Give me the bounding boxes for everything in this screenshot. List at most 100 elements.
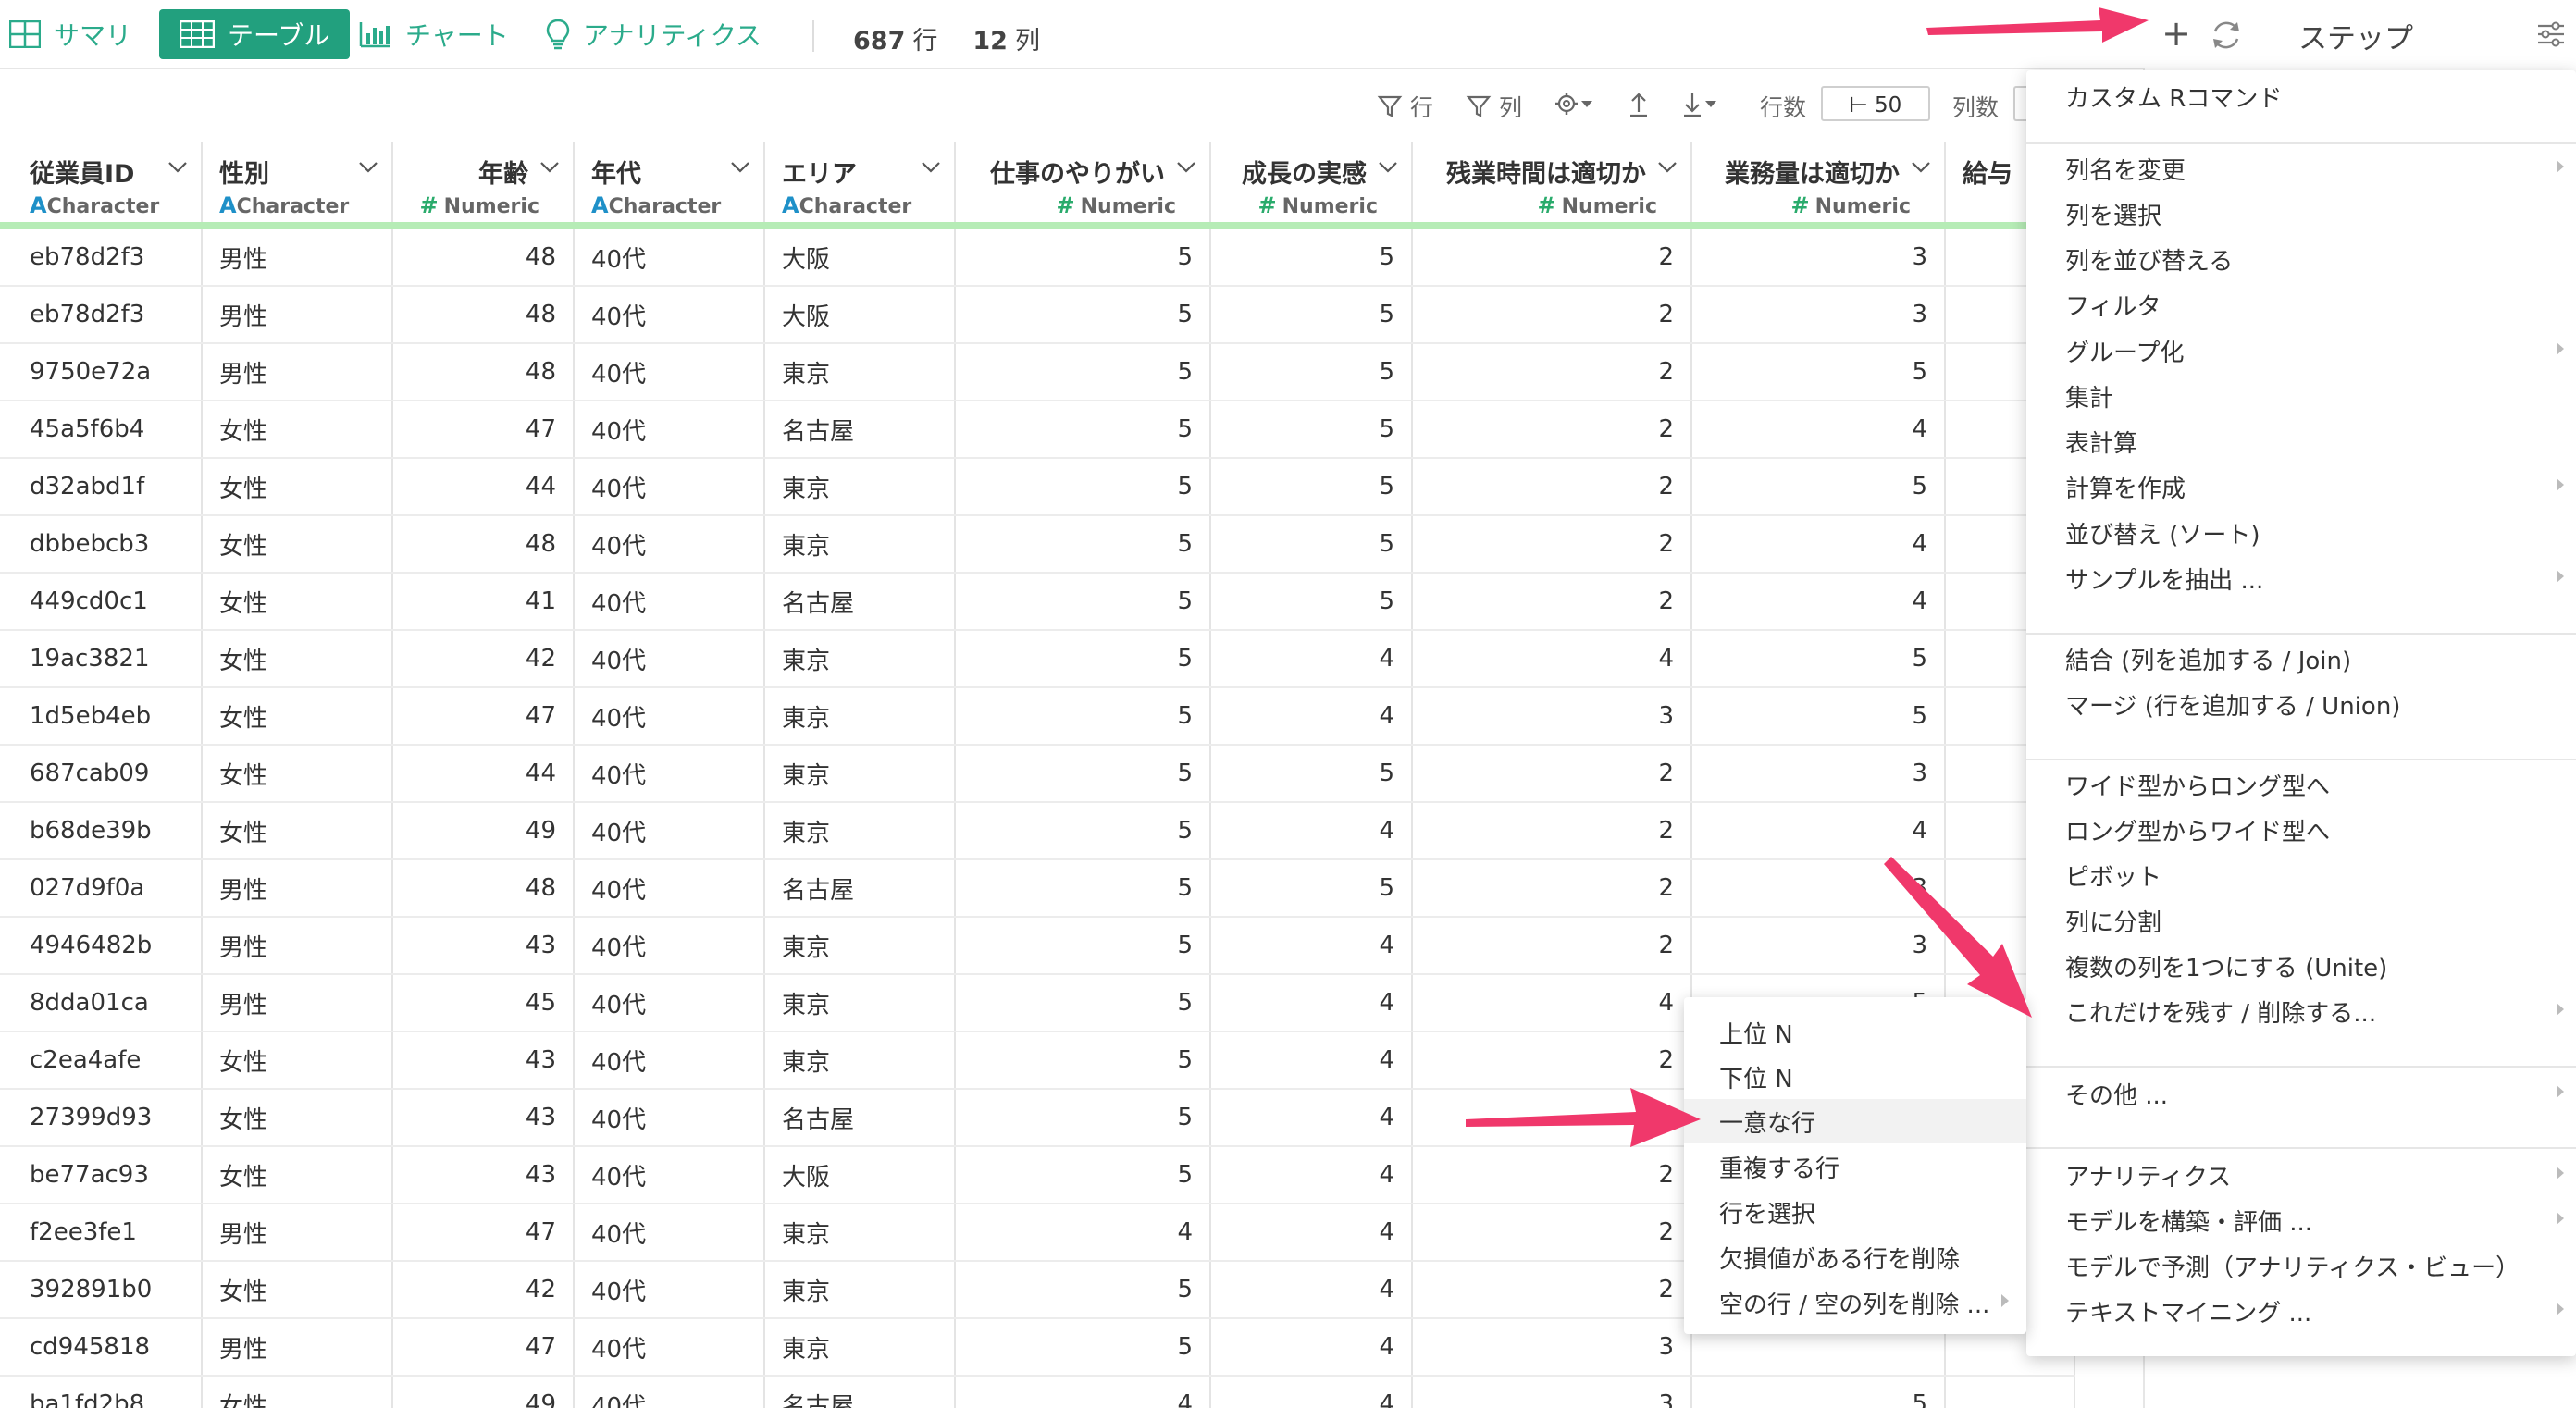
menu-item[interactable]: ワイド型からロング型へ xyxy=(2065,768,2330,802)
table-cell[interactable]: 40代 xyxy=(574,859,765,918)
table-cell[interactable]: 男性 xyxy=(202,1204,393,1262)
table-cell[interactable]: 48 xyxy=(392,343,575,401)
table-cell[interactable]: 5 xyxy=(955,343,1211,401)
table-cell[interactable]: 東京 xyxy=(764,1031,956,1090)
table-cell[interactable]: 3 xyxy=(1691,745,1946,803)
chevron-down-icon[interactable] xyxy=(921,161,941,174)
table-cell[interactable]: 43 xyxy=(392,1089,575,1147)
table-cell[interactable]: 東京 xyxy=(764,515,956,574)
table-cell[interactable]: 5 xyxy=(955,286,1211,344)
table-cell[interactable]: eb78d2f3 xyxy=(0,286,203,344)
sliders-icon[interactable] xyxy=(2535,19,2567,50)
table-cell[interactable]: 3 xyxy=(1691,917,1946,975)
table-cell[interactable]: cd945818 xyxy=(0,1318,203,1377)
table-cell[interactable]: eb78d2f3 xyxy=(0,226,203,287)
table-cell[interactable]: 8dda01ca xyxy=(0,974,203,1032)
column-header[interactable]: 業務量は適切か # Numeric xyxy=(1691,142,1946,229)
table-cell[interactable]: 40代 xyxy=(574,802,765,860)
column-header[interactable]: 従業員ID ACharacter xyxy=(0,142,203,229)
table-row[interactable]: 449cd0c1 女性 41 40代 名古屋 5 5 2 4 xyxy=(0,573,2075,631)
table-cell[interactable]: 2 xyxy=(1412,1031,1692,1090)
table-cell[interactable]: 3 xyxy=(1412,1318,1692,1377)
table-cell[interactable]: 4 xyxy=(1412,974,1692,1032)
submenu-item[interactable]: 下位 N xyxy=(1719,1060,1793,1094)
table-cell[interactable]: 5 xyxy=(955,573,1211,631)
table-row[interactable]: b68de39b 女性 49 40代 東京 5 4 2 4 xyxy=(0,802,2075,860)
table-cell[interactable]: 43 xyxy=(392,917,575,975)
table-cell[interactable]: 4 xyxy=(1210,1204,1413,1262)
table-cell[interactable]: 女性 xyxy=(202,687,393,746)
chevron-down-icon[interactable] xyxy=(1176,161,1196,174)
table-cell[interactable]: 44 xyxy=(392,745,575,803)
download-button[interactable] xyxy=(1680,90,1717,117)
table-cell[interactable]: 40代 xyxy=(574,573,765,631)
menu-item[interactable]: ロング型からワイド型へ xyxy=(2065,813,2330,847)
table-cell[interactable]: 5 xyxy=(955,859,1211,918)
menu-item[interactable]: ピボット xyxy=(2065,858,2161,893)
table-cell[interactable]: 男性 xyxy=(202,974,393,1032)
table-cell[interactable]: 東京 xyxy=(764,1261,956,1319)
table-cell[interactable]: 9750e72a xyxy=(0,343,203,401)
column-header[interactable]: 成長の実感 # Numeric xyxy=(1210,142,1413,229)
table-cell[interactable]: 41 xyxy=(392,573,575,631)
chevron-down-icon[interactable] xyxy=(167,161,188,174)
table-cell[interactable]: 5 xyxy=(955,917,1211,975)
table-cell[interactable]: 東京 xyxy=(764,745,956,803)
table-cell[interactable]: 東京 xyxy=(764,917,956,975)
table-cell[interactable]: 3 xyxy=(1412,687,1692,746)
table-cell[interactable]: 5 xyxy=(1210,859,1413,918)
table-cell[interactable]: 女性 xyxy=(202,458,393,516)
menu-item[interactable]: フィルタ xyxy=(2065,288,2161,322)
table-cell[interactable]: 5 xyxy=(1691,1376,1946,1408)
table-cell[interactable] xyxy=(1945,1376,2075,1408)
menu-item[interactable]: 列を並び替える xyxy=(2065,242,2233,277)
table-cell[interactable]: 5 xyxy=(955,458,1211,516)
submenu-item[interactable]: 欠損値がある行を削除 xyxy=(1719,1241,1960,1275)
table-cell[interactable]: 4 xyxy=(1210,802,1413,860)
table-row[interactable]: 1d5eb4eb 女性 47 40代 東京 5 4 3 5 xyxy=(0,687,2075,746)
table-cell[interactable]: 4 xyxy=(1210,1089,1413,1147)
table-cell[interactable]: 43 xyxy=(392,1031,575,1090)
table-cell[interactable]: 40代 xyxy=(574,1376,765,1408)
table-cell[interactable]: 5 xyxy=(955,1031,1211,1090)
table-cell[interactable]: 47 xyxy=(392,1318,575,1377)
table-cell[interactable]: 40代 xyxy=(574,630,765,688)
table-cell[interactable]: 40代 xyxy=(574,1204,765,1262)
table-cell[interactable]: 2 xyxy=(1412,1261,1692,1319)
submenu-item[interactable]: 行を選択 xyxy=(1719,1195,1815,1229)
column-header[interactable]: 仕事のやりがい # Numeric xyxy=(955,142,1211,229)
menu-item[interactable]: 列名を変更 xyxy=(2065,152,2186,186)
table-cell[interactable]: 5 xyxy=(1210,226,1413,287)
table-row[interactable]: 19ac3821 女性 42 40代 東京 5 4 4 5 xyxy=(0,630,2075,688)
table-cell[interactable]: 女性 xyxy=(202,630,393,688)
table-cell[interactable]: 男性 xyxy=(202,226,393,287)
table-cell[interactable]: 2 xyxy=(1412,1204,1692,1262)
table-cell[interactable]: 東京 xyxy=(764,802,956,860)
table-cell[interactable]: 40代 xyxy=(574,1031,765,1090)
table-cell[interactable]: 392891b0 xyxy=(0,1261,203,1319)
table-cell[interactable]: 4 xyxy=(1412,630,1692,688)
table-cell[interactable]: 5 xyxy=(955,687,1211,746)
table-cell[interactable]: 2 xyxy=(1412,515,1692,574)
table-cell[interactable]: 5 xyxy=(1210,458,1413,516)
table-cell[interactable]: 大阪 xyxy=(764,226,956,287)
column-header[interactable]: 年代 ACharacter xyxy=(574,142,765,229)
table-cell[interactable]: 47 xyxy=(392,1204,575,1262)
table-cell[interactable]: 5 xyxy=(955,630,1211,688)
table-row[interactable]: d32abd1f 女性 44 40代 東京 5 5 2 5 xyxy=(0,458,2075,516)
table-cell[interactable]: 名古屋 xyxy=(764,401,956,459)
table-cell[interactable]: 40代 xyxy=(574,745,765,803)
table-cell[interactable]: 大阪 xyxy=(764,286,956,344)
menu-item[interactable]: テキストマイニング ... xyxy=(2065,1294,2311,1328)
table-row[interactable]: 9750e72a 男性 48 40代 東京 5 5 2 5 xyxy=(0,343,2075,401)
table-cell[interactable]: 2 xyxy=(1412,343,1692,401)
menu-item[interactable]: 計算を作成 xyxy=(2065,470,2186,504)
table-cell[interactable]: 4 xyxy=(1691,573,1946,631)
table-row[interactable]: ba1fd2b8 女性 49 40代 名古屋 4 4 3 5 xyxy=(0,1376,2075,1408)
table-cell[interactable]: 2 xyxy=(1412,401,1692,459)
table-cell[interactable]: 4 xyxy=(955,1204,1211,1262)
table-cell[interactable]: 5 xyxy=(1210,286,1413,344)
table-cell[interactable]: 40代 xyxy=(574,1146,765,1204)
table-cell[interactable]: 東京 xyxy=(764,974,956,1032)
table-cell[interactable]: 4 xyxy=(1210,630,1413,688)
